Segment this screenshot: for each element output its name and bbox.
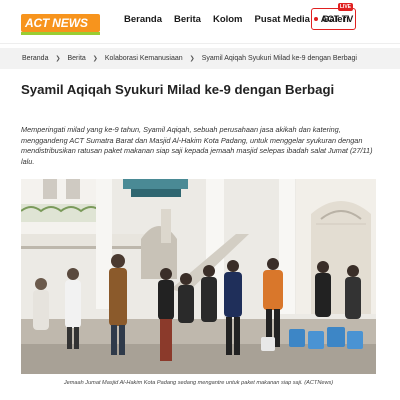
- nav-berita[interactable]: Berita: [174, 13, 201, 27]
- chevron-right-icon: ❯: [92, 56, 98, 62]
- nav-kolom[interactable]: Kolom: [213, 13, 243, 27]
- breadcrumb: Beranda ❯ Berita ❯ Kolaborasi Kemanusiaa…: [0, 48, 400, 69]
- article-photo: [21, 179, 376, 374]
- actnews-logo[interactable]: ACT NEWS: [21, 14, 100, 35]
- breadcrumb-current: Syamil Aqiqah Syukuri Milad ke-9 dengan …: [201, 55, 357, 62]
- site-header: ACT NEWS Beranda Berita Kolom Pusat Medi…: [0, 0, 400, 44]
- chevron-right-icon: ❯: [55, 56, 61, 62]
- logo-news-text: NEWS: [52, 16, 89, 30]
- breadcrumb-beranda[interactable]: Beranda: [22, 55, 48, 62]
- live-badge: LIVE: [337, 3, 353, 11]
- mosque-queue-illustration: [21, 179, 376, 374]
- article-title: Syamil Aqiqah Syukuri Milad ke-9 dengan …: [21, 82, 335, 97]
- act-tv-button[interactable]: ACT TV LIVE: [311, 3, 356, 30]
- nav-pusat-media[interactable]: Pusat Media: [255, 13, 310, 27]
- live-dot-icon: [313, 17, 318, 21]
- act-tv-label: ACT TV: [320, 14, 354, 24]
- breadcrumb-berita[interactable]: Berita: [68, 55, 86, 62]
- article-lead: Memperingati milad yang ke-9 tahun, Syam…: [21, 125, 373, 166]
- logo-act-text: ACT: [25, 16, 50, 30]
- photo-caption: Jemaah Jumat Masjid Al-Hakim Kota Padang…: [63, 380, 334, 386]
- logo-underline: [21, 32, 100, 35]
- breadcrumb-kolaborasi[interactable]: Kolaborasi Kemanusiaan: [105, 55, 183, 62]
- chevron-right-icon: ❯: [189, 56, 195, 62]
- nav-beranda[interactable]: Beranda: [124, 13, 162, 27]
